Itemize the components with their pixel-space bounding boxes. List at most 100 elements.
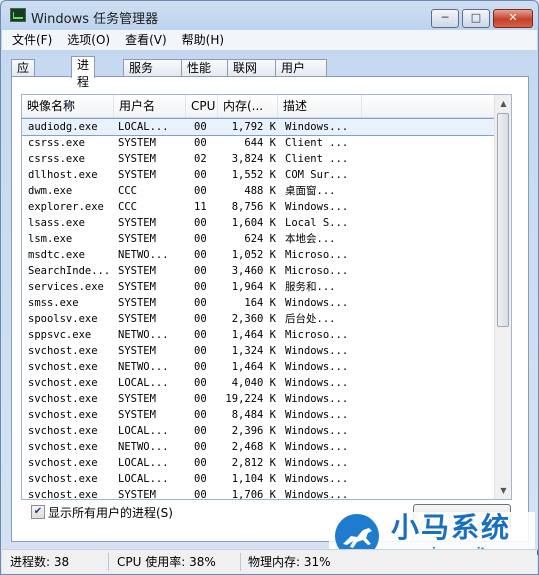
tab-services[interactable]: 服务 (123, 59, 185, 77)
process-memory: 1,552 K (231, 169, 276, 181)
column-description[interactable]: 描述 (278, 95, 362, 117)
column-memory[interactable]: 内存(... (218, 95, 278, 117)
process-rows: audiodg.exe LOCAL... 00 1,792 K Windows... cs… (22, 118, 495, 500)
process-name: csrss.exe (28, 153, 85, 165)
process-name: lsm.exe (28, 233, 73, 245)
process-cpu: 00 (194, 265, 207, 277)
column-cpu[interactable]: CPU (186, 95, 218, 117)
menu-file[interactable]: 文件(F) (7, 30, 57, 50)
menu-view[interactable]: 查看(V) (120, 30, 172, 50)
tab-applications[interactable]: 应用程序 (11, 59, 36, 126)
table-row[interactable]: csrss.exe SYSTEM 00 644 K Client ... (22, 135, 494, 151)
table-row[interactable]: svchost.exe LOCAL... 00 1,104 K Windows... (22, 471, 494, 487)
process-cpu: 00 (194, 249, 207, 261)
maximize-button[interactable]: □ (462, 9, 490, 28)
scrollbar-thumb[interactable] (497, 113, 509, 327)
process-cpu: 00 (194, 217, 207, 229)
minimize-button[interactable]: ─ (431, 9, 459, 28)
show-all-users-checkbox[interactable]: ✔ (31, 505, 45, 519)
close-button[interactable]: ✕ (493, 9, 533, 28)
title-bar[interactable]: Windows 任务管理器 ─ □ ✕ (1, 1, 538, 29)
menu-options[interactable]: 选项(O) (62, 30, 115, 50)
table-row[interactable]: svchost.exe LOCAL... 00 4,040 K Windows... (22, 375, 494, 391)
process-cpu: 00 (194, 361, 207, 373)
table-row[interactable]: spoolsv.exe SYSTEM 00 2,360 K 后台处... (22, 311, 494, 327)
table-row[interactable]: svchost.exe SYSTEM 00 19,224 K Windows... (22, 391, 494, 407)
process-list-header: ▲ 映像名称 用户名 CPU 内存(... 描述 (22, 95, 494, 118)
process-memory: 4,040 K (231, 377, 276, 389)
tab-users[interactable]: 用户 (275, 59, 327, 77)
process-cpu: 00 (194, 281, 207, 293)
table-row[interactable]: sppsvc.exe NETWO... 00 1,464 K Microso... (22, 327, 494, 343)
process-name: svchost.exe (28, 473, 98, 485)
process-name: sppsvc.exe (28, 329, 92, 341)
process-name: smss.exe (28, 297, 79, 309)
process-memory: 1,324 K (231, 345, 276, 357)
process-list[interactable]: ▲ 映像名称 用户名 CPU 内存(... 描述 audiodg.exe LOCA… (21, 94, 512, 500)
table-row[interactable]: msdtc.exe NETWO... 00 1,052 K Microso... (22, 247, 494, 263)
process-name: svchost.exe (28, 361, 98, 373)
table-row[interactable]: services.exe SYSTEM 00 1,964 K 服务和... (22, 279, 494, 295)
table-row[interactable]: svchost.exe SYSTEM 00 1,706 K Windows... (22, 487, 494, 500)
menu-bar: 文件(F) 选项(O) 查看(V) 帮助(H) (2, 30, 537, 50)
table-row[interactable]: csrss.exe SYSTEM 02 3,824 K Client ... (22, 151, 494, 167)
process-memory: 1,706 K (231, 489, 276, 500)
table-row[interactable]: SearchInde... SYSTEM 00 3,460 K Microso... (22, 263, 494, 279)
vertical-scrollbar[interactable]: ▲ ▼ (494, 95, 511, 499)
status-process-count: 进程数: 38 (10, 555, 70, 569)
table-row[interactable]: dllhost.exe SYSTEM 00 1,552 K COM Sur... (22, 167, 494, 183)
scroll-up-arrow-icon[interactable]: ▲ (495, 95, 511, 112)
table-row[interactable]: svchost.exe NETWO... 00 2,468 K Windows... (22, 439, 494, 455)
process-description: Microso... (285, 265, 349, 277)
process-description: 桌面窗... (285, 185, 336, 197)
tab-processes[interactable]: 进程 (71, 56, 96, 89)
table-row[interactable]: explorer.exe CCC 11 8,756 K Windows... (22, 199, 494, 215)
process-user: SYSTEM (118, 313, 156, 325)
process-user: SYSTEM (118, 153, 156, 165)
process-memory: 8,484 K (231, 409, 276, 421)
table-row[interactable]: dwm.exe CCC 00 488 K 桌面窗... (22, 183, 494, 199)
menu-help[interactable]: 帮助(H) (177, 30, 229, 50)
column-image-name[interactable]: ▲ 映像名称 (22, 95, 114, 117)
process-description: Client ... (285, 153, 349, 165)
process-cpu: 00 (194, 137, 207, 149)
process-name: svchost.exe (28, 345, 98, 357)
process-description: Windows... (285, 361, 349, 373)
tab-networking[interactable]: 联网 (227, 59, 279, 77)
process-user: SYSTEM (118, 393, 156, 405)
process-cpu: 00 (194, 297, 207, 309)
table-row[interactable]: lsass.exe SYSTEM 00 1,604 K Local S... (22, 215, 494, 231)
process-memory: 3,460 K (231, 265, 276, 277)
column-user-name[interactable]: 用户名 (114, 95, 186, 117)
process-memory: 8,756 K (231, 201, 276, 213)
process-memory: 2,812 K (231, 457, 276, 469)
table-row[interactable]: lsm.exe SYSTEM 00 624 K 本地会... (22, 231, 494, 247)
show-all-users-label[interactable]: 显示所有用户的进程(S) (48, 504, 173, 521)
process-user: SYSTEM (118, 297, 156, 309)
process-memory: 3,824 K (231, 153, 276, 165)
table-row[interactable]: audiodg.exe LOCAL... 00 1,792 K Windows... (22, 118, 495, 136)
process-description: Windows... (285, 457, 349, 469)
table-row[interactable]: svchost.exe NETWO... 00 1,464 K Windows... (22, 359, 494, 375)
table-row[interactable]: svchost.exe SYSTEM 00 8,484 K Windows... (22, 407, 494, 423)
process-memory: 164 K (244, 297, 276, 309)
scroll-down-arrow-icon[interactable]: ▼ (495, 482, 511, 499)
process-description: Microso... (285, 329, 349, 341)
process-user: NETWO... (118, 329, 169, 341)
tab-performance[interactable]: 性能 (181, 59, 231, 77)
process-name: audiodg.exe (28, 121, 98, 133)
process-memory: 1,464 K (231, 329, 276, 341)
process-cpu: 00 (194, 473, 207, 485)
process-user: CCC (118, 201, 137, 213)
process-description: Windows... (285, 121, 349, 133)
table-row[interactable]: svchost.exe LOCAL... 00 2,396 K Windows... (22, 423, 494, 439)
process-user: SYSTEM (118, 217, 156, 229)
table-row[interactable]: svchost.exe LOCAL... 00 2,812 K Windows... (22, 455, 494, 471)
table-row[interactable]: svchost.exe SYSTEM 00 1,324 K Windows... (22, 343, 494, 359)
process-description: Windows... (285, 441, 349, 453)
table-row[interactable]: smss.exe SYSTEM 00 164 K Windows... (22, 295, 494, 311)
process-name: explorer.exe (28, 201, 104, 213)
process-memory: 2,396 K (231, 425, 276, 437)
task-manager-icon (10, 8, 26, 22)
process-memory: 1,604 K (231, 217, 276, 229)
